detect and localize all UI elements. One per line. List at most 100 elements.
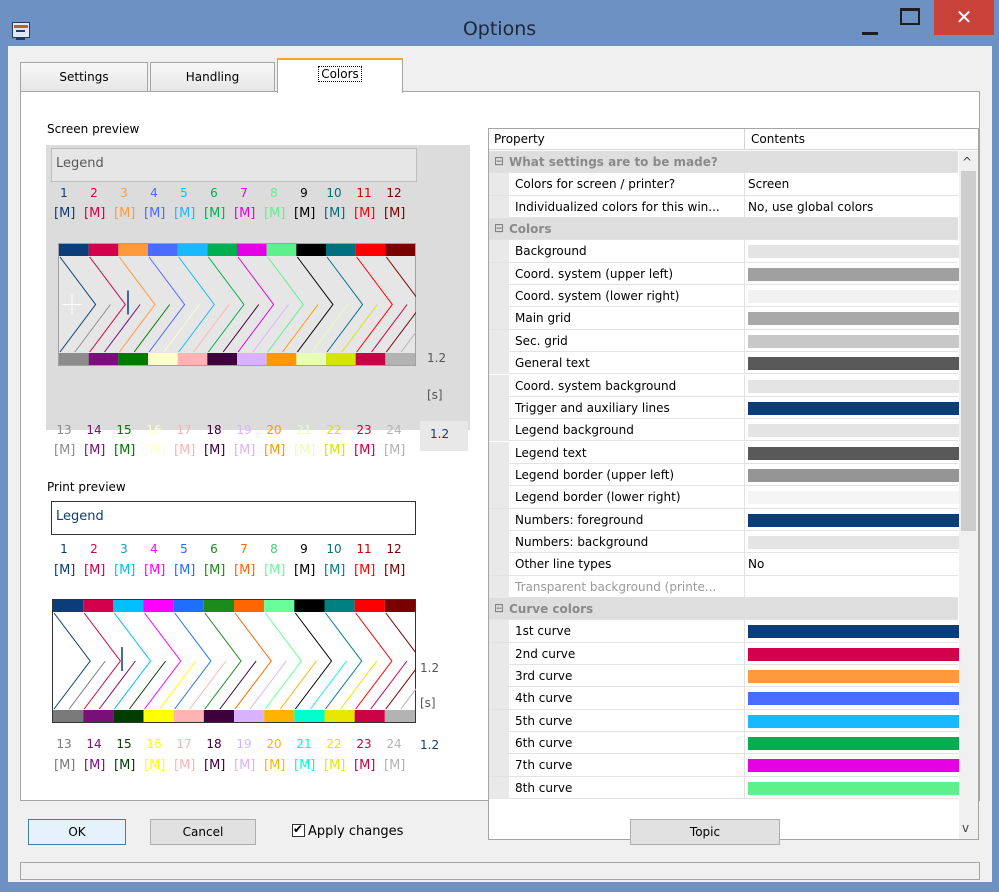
color-bar-top — [59, 244, 89, 256]
color-swatch[interactable] — [748, 312, 968, 326]
collapse-icon[interactable]: ⊟ — [494, 154, 504, 168]
scrollbar-thumb[interactable] — [961, 171, 976, 531]
property-row[interactable]: Coord. system (lower right) — [489, 285, 968, 308]
color-swatch[interactable] — [748, 334, 968, 348]
color-swatch[interactable] — [748, 714, 968, 728]
property-value[interactable]: No — [748, 557, 764, 571]
checkbox-checked-icon[interactable] — [292, 822, 305, 837]
property-row[interactable]: Numbers: foreground — [489, 508, 968, 531]
property-row[interactable]: Numbers: background — [489, 530, 968, 554]
row-gutter — [489, 665, 509, 688]
color-swatch[interactable] — [748, 625, 968, 639]
color-swatch[interactable] — [748, 491, 968, 505]
curve-symbol: [M] — [324, 563, 346, 578]
screen-legend: Legend — [51, 148, 417, 182]
property-name: Colors — [509, 222, 552, 237]
color-bar-top — [294, 600, 325, 612]
ok-button[interactable]: OK — [28, 819, 126, 845]
color-bar-top — [326, 244, 356, 256]
close-button[interactable]: ✕ — [934, 0, 994, 35]
color-swatch[interactable] — [748, 267, 968, 281]
property-name: Sec. grid — [515, 333, 568, 348]
property-name: 1st curve — [515, 624, 572, 639]
scroll-down-icon[interactable]: v — [962, 821, 969, 835]
property-value[interactable]: No, use global colors — [748, 200, 873, 214]
color-swatch[interactable] — [748, 401, 968, 415]
collapse-icon[interactable]: ⊟ — [494, 221, 504, 235]
property-row[interactable]: Legend text — [489, 441, 968, 464]
print-graph — [52, 599, 416, 723]
property-row[interactable]: Coord. system (upper left) — [489, 262, 968, 286]
color-swatch[interactable] — [748, 781, 968, 795]
property-row[interactable]: Main grid — [489, 307, 968, 330]
scroll-up-icon[interactable]: ^ — [962, 155, 972, 169]
color-swatch[interactable] — [748, 692, 968, 706]
property-row[interactable]: 7th curve — [489, 754, 968, 777]
property-row[interactable]: 3rd curve — [489, 665, 968, 688]
property-row[interactable]: 1st curve — [489, 620, 968, 643]
property-row[interactable]: Individualized colors for this win... No,… — [489, 195, 958, 218]
color-swatch[interactable] — [748, 535, 968, 549]
color-swatch[interactable] — [748, 737, 968, 751]
property-category[interactable]: ⊟ What settings are to be made? — [489, 151, 958, 174]
curve-number: 24 — [386, 737, 402, 751]
tab-settings[interactable]: Settings — [20, 62, 148, 92]
color-swatch[interactable] — [748, 290, 968, 304]
curve-number: 2 — [90, 186, 98, 200]
property-row[interactable]: Colors for screen / printer? Screen — [489, 173, 958, 196]
tab-colors[interactable]: Colors — [277, 58, 403, 93]
curve-number: 16 — [146, 737, 162, 751]
color-swatch[interactable] — [748, 357, 968, 371]
color-swatch[interactable] — [748, 670, 968, 684]
collapse-icon[interactable]: ⊟ — [494, 601, 504, 615]
property-row[interactable]: Other line types No — [489, 553, 958, 576]
row-gutter — [489, 419, 509, 442]
row-gutter — [489, 620, 509, 643]
curve-symbol: [M] — [384, 443, 406, 458]
property-row[interactable]: Sec. grid — [489, 329, 968, 353]
curve-number: 12 — [386, 186, 402, 200]
property-row[interactable]: 8th curve — [489, 776, 968, 800]
property-row[interactable]: 6th curve — [489, 732, 968, 755]
color-swatch[interactable] — [748, 647, 968, 661]
color-bar-bottom — [384, 710, 415, 722]
curve-symbol: [M] — [264, 563, 286, 578]
property-row[interactable]: Legend border (lower right) — [489, 486, 968, 509]
property-grid[interactable]: Property Contents ⊟ What settings are to … — [488, 128, 979, 840]
curve-number: 17 — [176, 737, 192, 751]
property-row[interactable]: Transparent background (printe... — [489, 575, 958, 598]
curve-symbol: [M] — [354, 563, 376, 578]
property-row[interactable]: Trigger and auxiliary lines — [489, 396, 968, 420]
color-swatch[interactable] — [748, 446, 968, 460]
curve-number: 10 — [326, 186, 342, 200]
column-separator — [744, 329, 745, 352]
maximize-button[interactable] — [900, 8, 920, 25]
tab-handling[interactable]: Handling — [150, 62, 275, 92]
property-value[interactable]: Screen — [748, 177, 789, 191]
color-swatch[interactable] — [748, 424, 968, 438]
property-category[interactable]: ⊟ Colors — [489, 218, 958, 241]
graph-frame — [58, 243, 416, 366]
property-row[interactable]: 5th curve — [489, 709, 968, 733]
color-swatch[interactable] — [748, 468, 968, 482]
color-swatch[interactable] — [748, 245, 968, 259]
property-row[interactable]: Coord. system background — [489, 374, 968, 397]
property-grid-scrollbar[interactable]: ^ v — [959, 151, 978, 839]
color-swatch[interactable] — [748, 379, 968, 393]
property-row[interactable]: General text — [489, 352, 968, 375]
curve-number: 11 — [356, 542, 372, 556]
property-row[interactable]: Legend border (upper left) — [489, 463, 968, 487]
property-row[interactable]: 2nd curve — [489, 642, 968, 665]
cancel-button[interactable]: Cancel — [150, 819, 256, 845]
property-row[interactable]: 4th curve — [489, 687, 968, 710]
minimize-button[interactable] — [862, 32, 878, 35]
color-swatch[interactable] — [748, 513, 968, 527]
topic-button[interactable]: Topic — [630, 819, 780, 845]
column-separator — [744, 508, 745, 531]
property-row[interactable]: Legend background — [489, 419, 968, 442]
property-category[interactable]: ⊟ Curve colors — [489, 598, 958, 621]
print-axis-value: 1.2 — [420, 661, 440, 675]
property-row[interactable]: Background — [489, 240, 968, 263]
apply-changes-checkbox[interactable]: Apply changes — [292, 822, 403, 839]
color-swatch[interactable] — [748, 759, 968, 773]
